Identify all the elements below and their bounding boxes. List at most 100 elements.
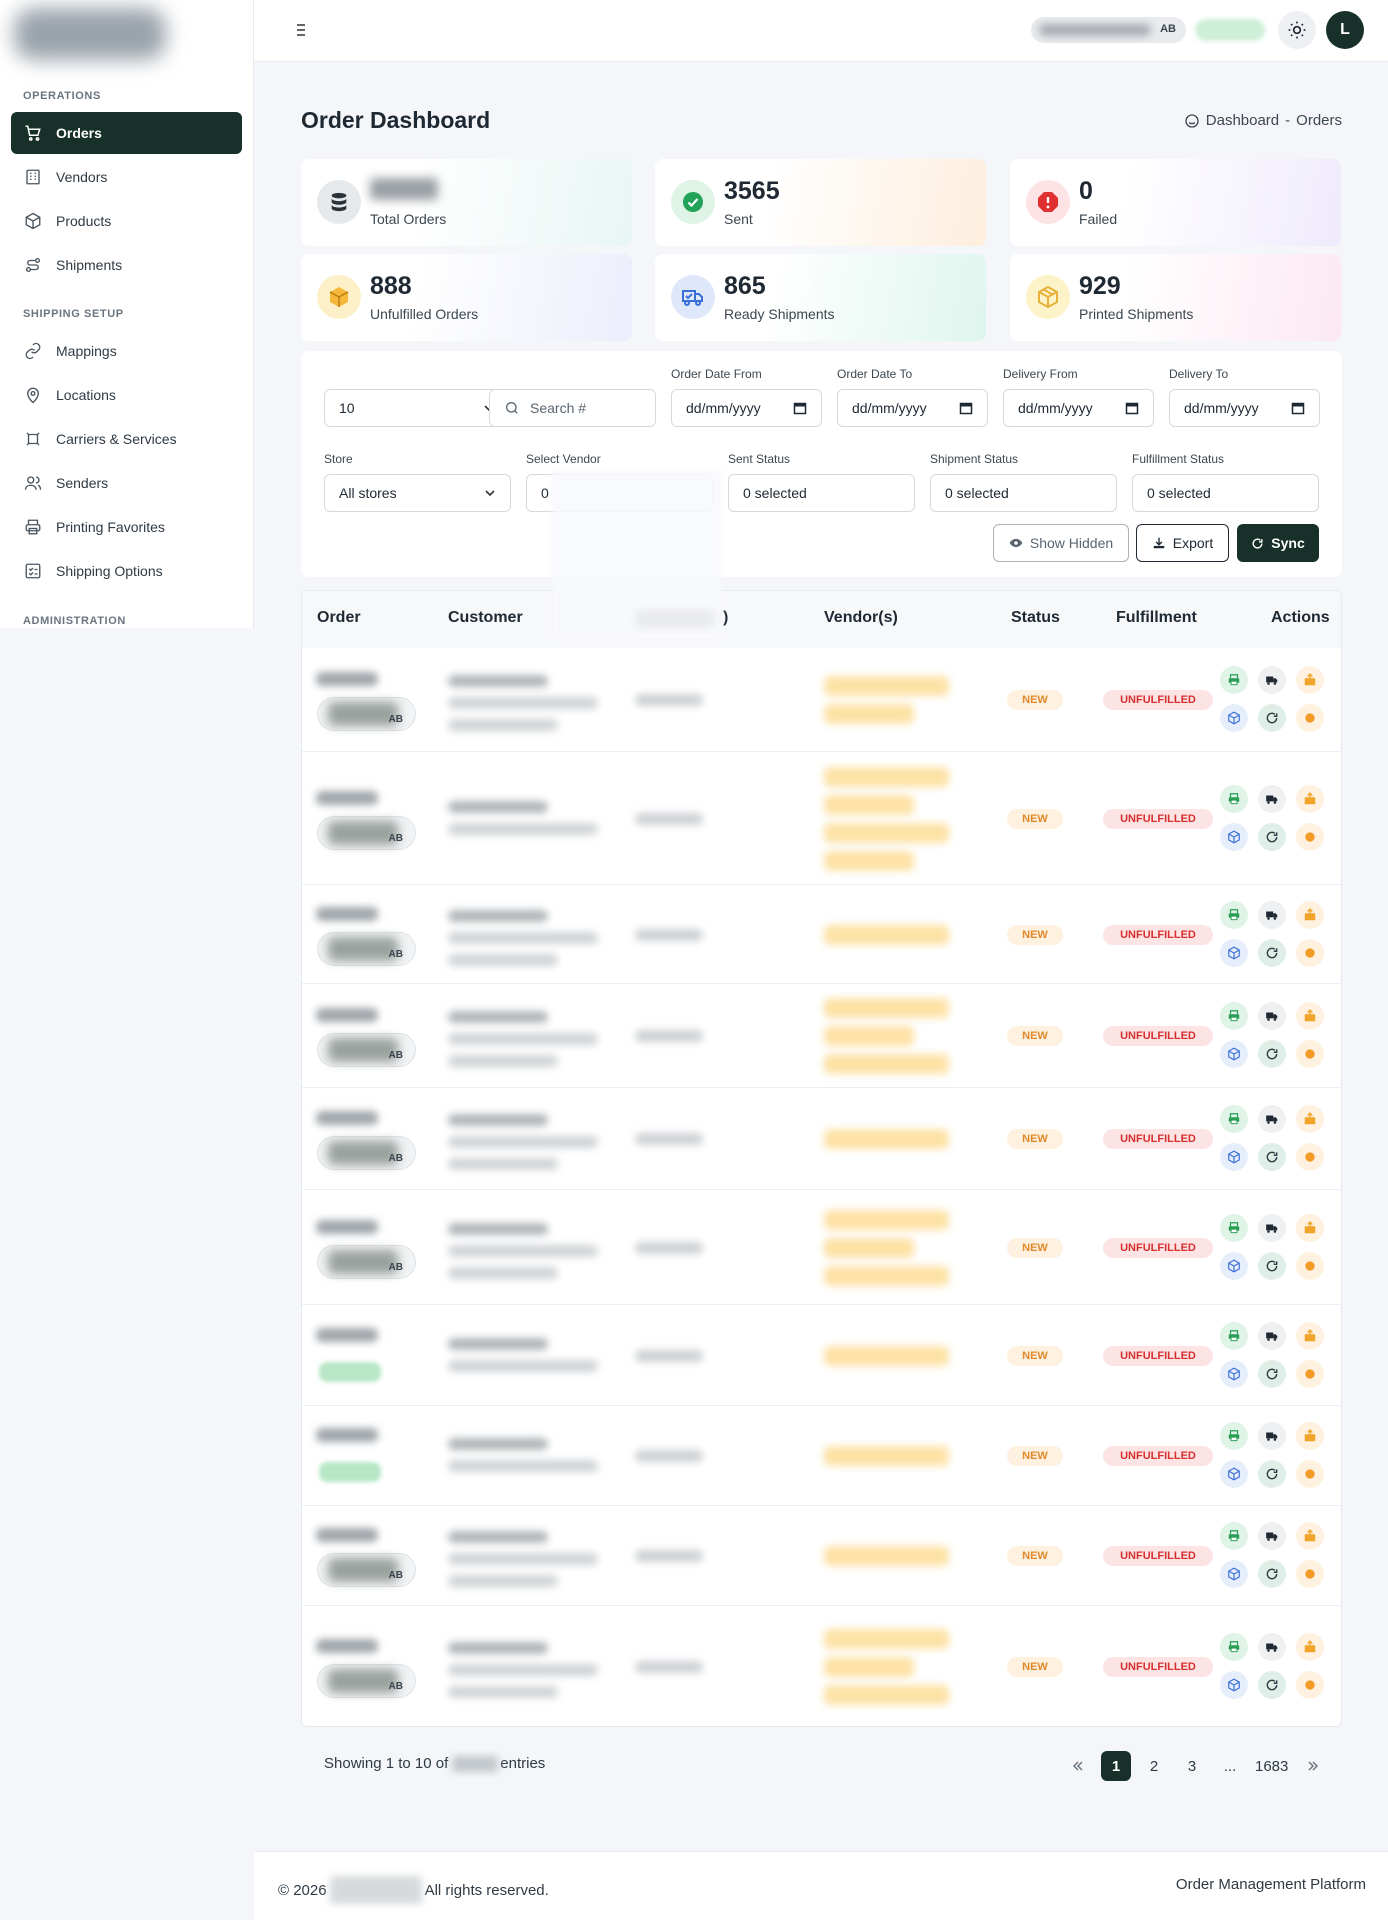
vendor-tag[interactable] bbox=[824, 1546, 949, 1566]
vendor-tag[interactable] bbox=[824, 703, 914, 724]
export-button[interactable]: Export bbox=[1136, 524, 1229, 562]
vendor-tag[interactable] bbox=[824, 1629, 949, 1649]
action-circle-button[interactable] bbox=[1296, 1359, 1324, 1388]
vendor-tag[interactable] bbox=[824, 1209, 949, 1230]
action-refresh-button[interactable] bbox=[1258, 1460, 1286, 1488]
vendor-tag[interactable] bbox=[824, 1446, 949, 1466]
fulfillment-status-select[interactable]: 0 selected bbox=[1132, 474, 1319, 512]
column-order[interactable]: Order bbox=[317, 609, 361, 627]
action-cube-button[interactable] bbox=[1220, 1143, 1248, 1171]
action-truck-button[interactable] bbox=[1258, 1422, 1286, 1450]
order-number[interactable] bbox=[316, 1528, 378, 1542]
action-truck-button[interactable] bbox=[1258, 1213, 1286, 1242]
action-truck-button[interactable] bbox=[1258, 1321, 1286, 1350]
action-package-button[interactable] bbox=[1296, 1105, 1324, 1133]
action-package-button[interactable] bbox=[1296, 1002, 1324, 1030]
action-package-button[interactable] bbox=[1296, 1213, 1324, 1242]
action-cube-button[interactable] bbox=[1220, 1560, 1248, 1588]
show-hidden-button[interactable]: Show Hidden bbox=[993, 524, 1129, 562]
action-printer-button[interactable] bbox=[1220, 1522, 1248, 1550]
action-package-button[interactable] bbox=[1296, 1321, 1324, 1350]
action-cube-button[interactable] bbox=[1220, 703, 1248, 732]
action-cube-button[interactable] bbox=[1220, 1040, 1248, 1068]
sidebar-item-carriers[interactable]: Carriers & Services bbox=[11, 418, 242, 460]
table-row[interactable]: AB NEW UNFULFILLED bbox=[302, 983, 1341, 1087]
action-refresh-button[interactable] bbox=[1258, 703, 1286, 732]
action-circle-button[interactable] bbox=[1296, 1671, 1324, 1699]
page-1-button[interactable]: 1 bbox=[1101, 1751, 1131, 1781]
action-circle-button[interactable] bbox=[1296, 1560, 1324, 1588]
column-fulfillment[interactable]: Fulfillment bbox=[1116, 609, 1197, 627]
theme-toggle-button[interactable] bbox=[1278, 11, 1316, 49]
action-truck-button[interactable] bbox=[1258, 1002, 1286, 1030]
table-row[interactable]: NEW UNFULFILLED bbox=[302, 1405, 1341, 1505]
action-printer-button[interactable] bbox=[1220, 1002, 1248, 1030]
sidebar-item-senders[interactable]: Senders bbox=[11, 462, 242, 504]
store-select[interactable]: All stores bbox=[324, 474, 511, 512]
action-circle-button[interactable] bbox=[1296, 1040, 1324, 1068]
action-cube-button[interactable] bbox=[1220, 1359, 1248, 1388]
action-refresh-button[interactable] bbox=[1258, 1143, 1286, 1171]
vendor-tag[interactable] bbox=[824, 998, 949, 1018]
action-package-button[interactable] bbox=[1296, 665, 1324, 694]
action-circle-button[interactable] bbox=[1296, 1460, 1324, 1488]
action-truck-button[interactable] bbox=[1258, 665, 1286, 694]
vendor-tag[interactable] bbox=[824, 1685, 949, 1705]
vendor-tag[interactable] bbox=[824, 850, 914, 871]
sidebar-item-printing-favorites[interactable]: Printing Favorites bbox=[11, 506, 242, 548]
order-number[interactable] bbox=[316, 1111, 378, 1125]
avatar[interactable]: L bbox=[1326, 11, 1364, 49]
action-package-button[interactable] bbox=[1296, 784, 1324, 813]
table-row[interactable]: AB NEW UNFULFILLED bbox=[302, 884, 1341, 983]
order-number[interactable] bbox=[316, 906, 378, 921]
action-truck-button[interactable] bbox=[1258, 784, 1286, 813]
action-refresh-button[interactable] bbox=[1258, 1251, 1286, 1280]
action-cube-button[interactable] bbox=[1220, 1671, 1248, 1699]
vendor-tag[interactable] bbox=[824, 822, 949, 843]
sidebar-item-vendors[interactable]: Vendors bbox=[11, 156, 242, 198]
action-printer-button[interactable] bbox=[1220, 1213, 1248, 1242]
action-printer-button[interactable] bbox=[1220, 665, 1248, 694]
table-row[interactable]: AB NEW UNFULFILLED bbox=[302, 1605, 1341, 1726]
delivery-to-input[interactable]: dd/mm/yyyy bbox=[1169, 389, 1320, 427]
order-number[interactable] bbox=[316, 1219, 378, 1234]
table-row[interactable]: AB NEW UNFULFILLED bbox=[302, 1505, 1341, 1605]
action-package-button[interactable] bbox=[1296, 1522, 1324, 1550]
sidebar-item-mappings[interactable]: Mappings bbox=[11, 330, 242, 372]
sidebar-item-shipping-options[interactable]: Shipping Options bbox=[11, 550, 242, 592]
column-status[interactable]: Status bbox=[1011, 609, 1060, 627]
order-date-from-input[interactable]: dd/mm/yyyy bbox=[671, 389, 822, 427]
table-row[interactable]: AB NEW UNFULFILLED bbox=[302, 1087, 1341, 1189]
order-number[interactable] bbox=[316, 1428, 378, 1442]
order-date-to-input[interactable]: dd/mm/yyyy bbox=[837, 389, 988, 427]
vendor-tag[interactable] bbox=[824, 1345, 949, 1366]
vendor-tag[interactable] bbox=[824, 766, 949, 787]
action-cube-button[interactable] bbox=[1220, 1251, 1248, 1280]
action-printer-button[interactable] bbox=[1220, 900, 1248, 929]
delivery-from-input[interactable]: dd/mm/yyyy bbox=[1003, 389, 1154, 427]
breadcrumb-dashboard[interactable]: Dashboard bbox=[1206, 112, 1279, 129]
order-number[interactable] bbox=[316, 1327, 378, 1342]
action-circle-button[interactable] bbox=[1296, 1251, 1324, 1280]
vendor-tag[interactable] bbox=[824, 1265, 949, 1286]
action-refresh-button[interactable] bbox=[1258, 1560, 1286, 1588]
action-refresh-button[interactable] bbox=[1258, 1040, 1286, 1068]
action-printer-button[interactable] bbox=[1220, 784, 1248, 813]
sidebar-item-orders[interactable]: Orders bbox=[11, 112, 242, 154]
vendor-tag[interactable] bbox=[824, 1054, 949, 1074]
action-package-button[interactable] bbox=[1296, 1422, 1324, 1450]
vendor-tag[interactable] bbox=[824, 1129, 949, 1149]
order-number[interactable] bbox=[316, 1008, 378, 1022]
sent-status-select[interactable]: 0 selected bbox=[728, 474, 915, 512]
action-circle-button[interactable] bbox=[1296, 822, 1324, 851]
action-refresh-button[interactable] bbox=[1258, 1671, 1286, 1699]
table-row[interactable]: NEW UNFULFILLED bbox=[302, 1304, 1341, 1405]
vendor-tag[interactable] bbox=[824, 1237, 914, 1258]
table-row[interactable]: AB NEW UNFULFILLED bbox=[302, 648, 1341, 751]
sidebar-item-products[interactable]: Products bbox=[11, 200, 242, 242]
next-page-button[interactable] bbox=[1298, 1751, 1328, 1781]
action-refresh-button[interactable] bbox=[1258, 938, 1286, 967]
action-cube-button[interactable] bbox=[1220, 822, 1248, 851]
vendor-tag[interactable] bbox=[824, 1026, 914, 1046]
action-circle-button[interactable] bbox=[1296, 1143, 1324, 1171]
